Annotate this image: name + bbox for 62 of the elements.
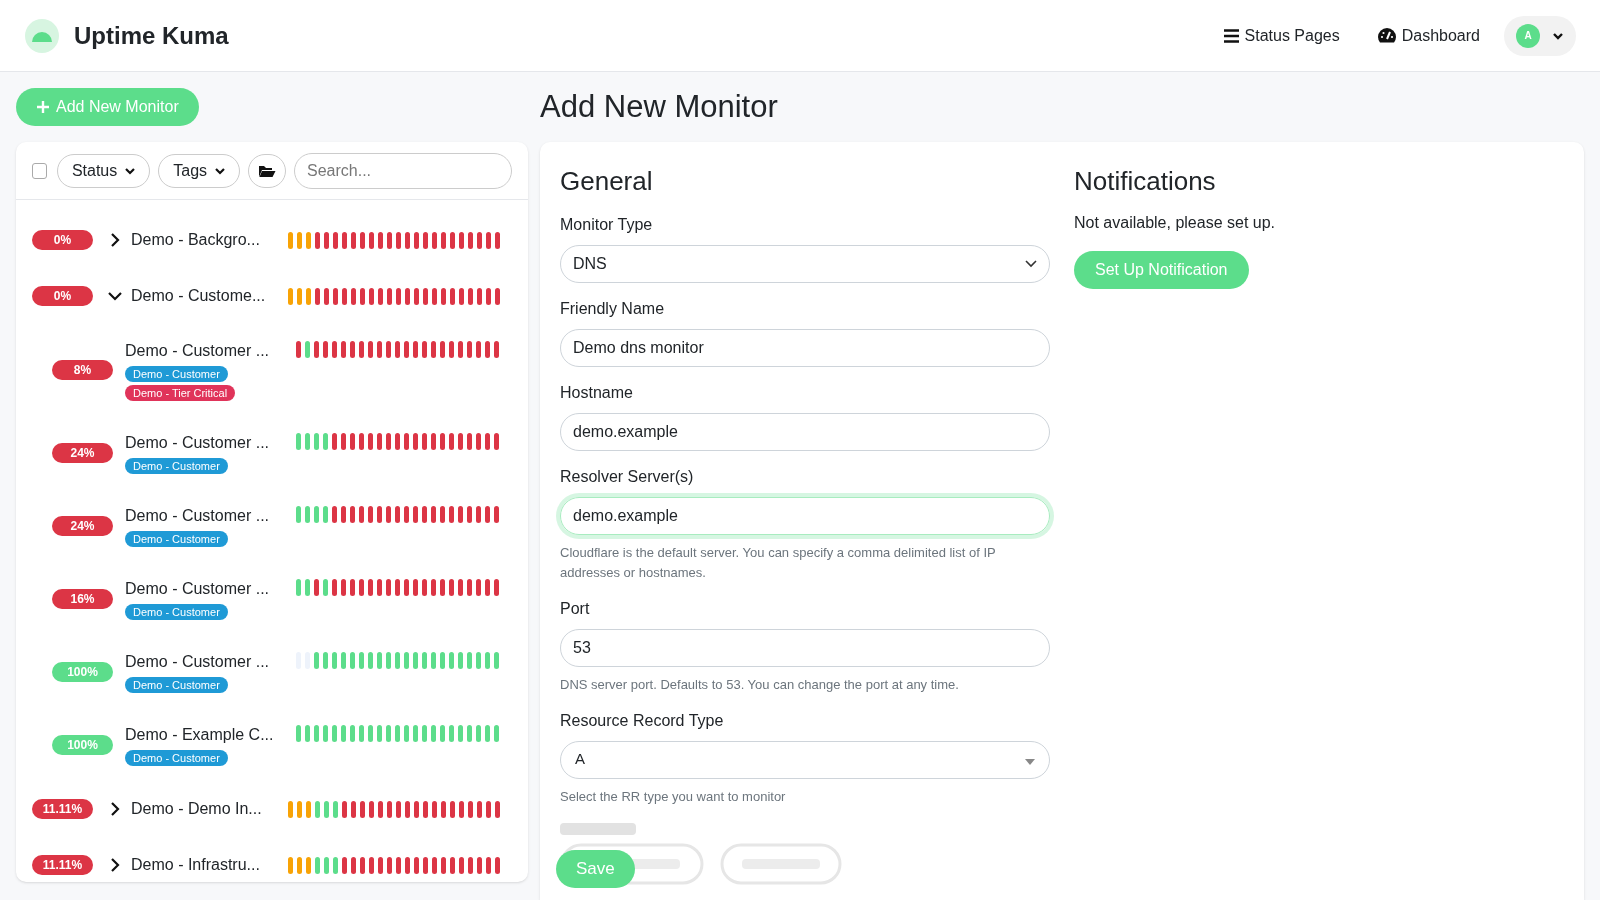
section-heading: General [560, 165, 654, 198]
uptime-badge: 24% [52, 442, 113, 463]
monitor-name[interactable]: Demo - Customer ... [125, 431, 270, 455]
monitor-name[interactable]: Demo - Demo In... [131, 797, 283, 821]
uptime-badge: 11.11% [32, 855, 93, 875]
folder-icon [258, 163, 277, 178]
monitor-name[interactable]: Demo - Customer ... [125, 650, 270, 674]
chevron-down-icon [1025, 260, 1037, 268]
chevron-down-icon [125, 165, 136, 176]
plus-icon [36, 100, 50, 114]
monitor-name[interactable]: Demo - Customer ... [125, 577, 270, 601]
section-heading: Notifications [1074, 165, 1217, 198]
uptime-badge: 0% [32, 230, 93, 250]
field-label: Hostname [560, 383, 634, 403]
monitor-name[interactable]: Demo - Infrastru... [131, 853, 283, 877]
field-label: Friendly Name [560, 299, 666, 319]
field-label: Port [560, 599, 591, 619]
monitor-name[interactable]: Demo - Backgro... [131, 228, 283, 252]
uptime-badge: 100% [52, 661, 113, 682]
chevron-down-icon[interactable] [108, 291, 122, 301]
field-label: Resolver Server(s) [560, 467, 695, 487]
tag: Demo - Customer [125, 366, 228, 382]
tag: Demo - Tier Critical [125, 385, 236, 401]
monitor-name[interactable]: Demo - Customer ... [125, 339, 270, 363]
list-icon [1223, 28, 1239, 43]
monitor-name[interactable]: Demo - Example C... [125, 723, 274, 747]
uptime-badge: 8% [52, 360, 113, 380]
uptime-badge: 11.11% [32, 799, 93, 819]
chevron-right-icon[interactable] [110, 233, 120, 247]
field-label: Resource Record Type [560, 711, 725, 731]
search-field[interactable]: Search... [294, 152, 512, 189]
help-text: DNS server port. Defaults to 53. You can change the port at any time. [560, 676, 960, 694]
nav-link[interactable]: Status Pages [1223, 23, 1340, 48]
notification-message: Not available, please set up. [1074, 213, 1276, 233]
text-field[interactable]: demo.example [560, 413, 1050, 451]
tag: Demo - Customer [125, 750, 228, 766]
select-all-checkbox[interactable] [32, 162, 47, 179]
uptime-badge: 0% [32, 286, 93, 306]
text-field[interactable]: 53 [560, 629, 1050, 667]
caret-down-icon [1025, 759, 1035, 765]
tag: Demo - Customer [125, 677, 228, 693]
help-text: Cloudflare is the default server. You can specify a comma delimited list of IP addresses or hostnames. [560, 544, 997, 582]
chevron-right-icon[interactable] [110, 858, 120, 872]
tag: Demo - Customer [125, 458, 228, 474]
page-title: Add New Monitor [540, 87, 778, 126]
chevron-right-icon[interactable] [110, 802, 120, 816]
monitor-name[interactable]: Demo - Custome... [131, 284, 283, 308]
app-title[interactable]: Uptime Kuma [74, 17, 229, 54]
uptime-badge: 100% [52, 734, 113, 755]
nav-link[interactable]: Dashboard [1377, 23, 1480, 48]
gauge-icon [1377, 28, 1396, 43]
field-label: Monitor Type [560, 215, 654, 235]
tag: Demo - Customer [125, 604, 228, 620]
text-field[interactable]: Demo dns monitor [560, 329, 1050, 367]
avatar: A [1516, 23, 1540, 48]
tag: Demo - Customer [125, 531, 228, 547]
help-text: Select the RR type you want to monitor [560, 788, 787, 806]
uptime-badge: 16% [52, 588, 113, 609]
uptime-badge: 24% [52, 515, 113, 536]
logo-icon [24, 17, 60, 54]
chevron-down-icon [215, 165, 226, 176]
monitor-name[interactable]: Demo - Customer ... [125, 504, 270, 528]
